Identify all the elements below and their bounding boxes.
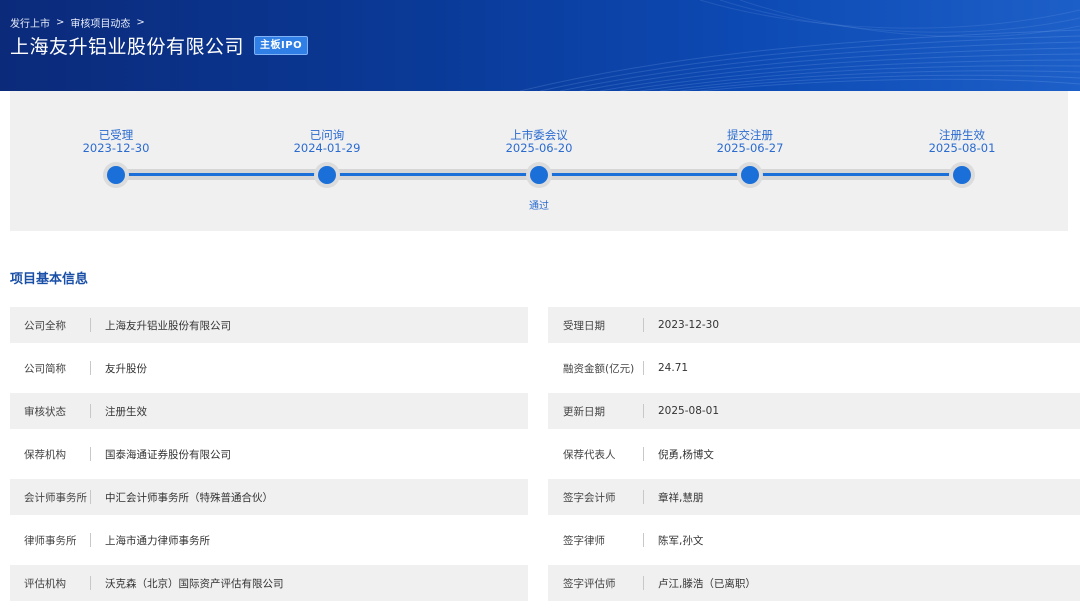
stage-effective: 注册生效 2025-08-01 [902,129,1022,155]
breadcrumb-separator: > [136,17,145,28]
divider [643,404,644,418]
stage-accepted: 已受理 2023-12-30 [56,129,176,155]
info-value: 沃克森（北京）国际资产评估有限公司 [105,577,284,590]
info-label: 保荐代表人 [563,448,616,461]
info-row-signing-appraisers: 签字评估师 卢江,滕浩（已离职） [548,565,1080,601]
stage-submitted: 提交注册 2025-06-27 [690,129,810,155]
timeline-node-effective [953,166,971,184]
info-row-company-short-name: 公司简称 友升股份 [10,350,528,386]
divider [90,318,91,332]
info-row-signing-lawyers: 签字律师 陈军,孙文 [548,522,1080,558]
info-value: 友升股份 [105,362,147,375]
info-row-company-full-name: 公司全称 上海友升铝业股份有限公司 [10,307,528,343]
info-row-sponsor: 保荐机构 国泰海通证券股份有限公司 [10,436,528,472]
stage-committee: 上市委会议 2025-06-20 [479,129,599,155]
info-row-signing-accountants: 签字会计师 章祥,慧朋 [548,479,1080,515]
info-row-appraisal-firm: 评估机构 沃克森（北京）国际资产评估有限公司 [10,565,528,601]
timeline-node-submitted [741,166,759,184]
timeline-node-committee [530,166,548,184]
committee-result-link[interactable]: 通过 [509,197,569,212]
divider [90,576,91,590]
info-row-accounting-firm: 会计师事务所 中汇会计师事务所（特殊普通合伙） [10,479,528,515]
info-value: 倪勇,杨博文 [658,448,714,461]
info-value: 上海市通力律师事务所 [105,534,210,547]
stage-date: 2023-12-30 [82,141,150,155]
stage-date: 2025-06-27 [716,141,784,155]
stage-inquired: 已问询 2024-01-29 [267,129,387,155]
info-label: 更新日期 [563,405,605,418]
info-value: 章祥,慧朋 [658,491,704,504]
review-timeline: 已受理 2023-12-30 已问询 2024-01-29 上市委会议 2025… [10,91,1068,231]
divider [643,576,644,590]
info-label: 融资金额(亿元) [563,362,635,375]
company-name: 上海友升铝业股份有限公司 [10,36,245,58]
info-row-financing-amount: 融资金额(亿元) 24.71 [548,350,1080,386]
info-row-sponsor-reps: 保荐代表人 倪勇,杨博文 [548,436,1080,472]
info-label: 审核状态 [24,405,66,418]
stage-date: 2025-06-20 [505,141,573,155]
divider [90,447,91,461]
section-title: 项目基本信息 [10,272,89,287]
divider [90,361,91,375]
info-label: 评估机构 [24,577,66,590]
divider [643,533,644,547]
info-value: 2023-12-30 [658,319,720,331]
board-badge: 主板IPO [254,36,309,55]
divider [643,490,644,504]
page-title: 上海友升铝业股份有限公司 主板IPO [10,32,309,59]
info-value: 上海友升铝业股份有限公司 [105,319,231,332]
info-value: 卢江,滕浩（已离职） [658,577,756,590]
divider [90,490,91,504]
divider [643,361,644,375]
info-label: 受理日期 [563,319,605,332]
info-row-update-date: 更新日期 2025-08-01 [548,393,1080,429]
info-label: 公司全称 [24,319,66,332]
timeline-node-accepted [107,166,125,184]
info-label: 律师事务所 [24,534,77,547]
divider [643,318,644,332]
info-value: 24.71 [658,362,689,374]
info-label: 签字律师 [563,534,605,547]
info-value: 注册生效 [105,405,147,418]
timeline-node-inquired [318,166,336,184]
info-row-accept-date: 受理日期 2023-12-30 [548,307,1080,343]
breadcrumb-item-review-dynamics[interactable]: 审核项目动态 [70,15,130,30]
stage-date: 2024-01-29 [293,141,361,155]
breadcrumb: 发行上市 > 审核项目动态 > [10,15,147,30]
divider [90,404,91,418]
info-value: 国泰海通证券股份有限公司 [105,448,231,461]
header-banner: 发行上市 > 审核项目动态 > 上海友升铝业股份有限公司 主板IPO [0,0,1080,91]
info-label: 保荐机构 [24,448,66,461]
info-value: 中汇会计师事务所（特殊普通合伙） [105,491,273,504]
info-label: 签字评估师 [563,577,616,590]
info-label: 公司简称 [24,362,66,375]
info-label: 会计师事务所 [24,491,87,504]
divider [643,447,644,461]
breadcrumb-item-listing[interactable]: 发行上市 [10,15,50,30]
info-value: 2025-08-01 [658,405,720,417]
info-row-law-firm: 律师事务所 上海市通力律师事务所 [10,522,528,558]
divider [90,533,91,547]
stage-date: 2025-08-01 [928,141,996,155]
breadcrumb-separator: > [56,17,65,28]
info-row-review-status: 审核状态 注册生效 [10,393,528,429]
info-label: 签字会计师 [563,491,616,504]
info-value: 陈军,孙文 [658,534,704,547]
